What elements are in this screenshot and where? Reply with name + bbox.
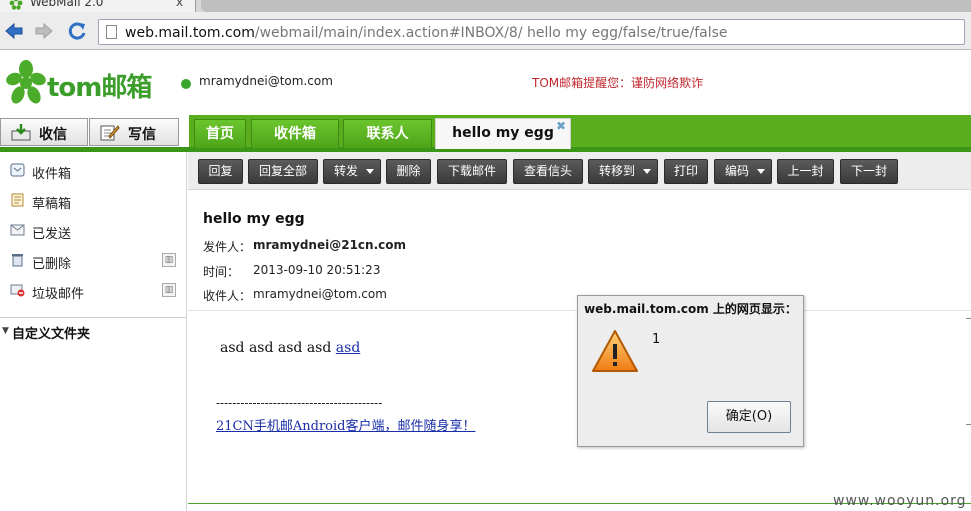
sidebar-item-inbox[interactable]: 收件箱 [0, 155, 187, 185]
custom-folders-label: 自定义文件夹 [12, 327, 91, 342]
time-label: 时间： [203, 265, 240, 279]
sidebar-divider [0, 317, 187, 318]
sidebar-item-drafts[interactable]: 草稿箱 [0, 185, 187, 215]
sent-icon [10, 224, 25, 236]
drafts-icon [11, 193, 24, 207]
from-label: 发件人： [203, 240, 252, 254]
address-bar[interactable]: web.mail.tom.com/webmail/main/index.acti… [98, 19, 965, 45]
user-email: mramydnei@tom.com [199, 74, 333, 88]
compose-pencil-icon [100, 125, 120, 141]
print-button[interactable]: 打印 [664, 159, 708, 184]
from-row: 发件人： mramydnei@21cn.com [203, 238, 406, 255]
forward-button[interactable]: 转发 [323, 159, 381, 184]
message-body: asd asd asd asd asd [220, 340, 360, 356]
sidebar-item-label: 垃圾邮件 [32, 287, 85, 302]
warning-icon [592, 330, 638, 372]
empty-spam-icon[interactable]: ▥ [162, 283, 176, 297]
receive-button[interactable]: 收信 [0, 118, 88, 146]
delete-button[interactable]: 删除 [386, 159, 431, 184]
reply-all-button[interactable]: 回复全部 [248, 159, 318, 184]
alert-dialog: web.mail.tom.com 上的网页显示： 1 确定(O) [577, 295, 804, 447]
browser-tab-close-icon[interactable]: x [176, 0, 183, 9]
url-host: web.mail.tom.com [125, 25, 255, 41]
chevron-down-icon [643, 169, 651, 174]
fraud-notice: TOM邮箱提醒您：谨防网络欺诈 [532, 76, 704, 90]
download-button[interactable]: 下载邮件 [437, 159, 507, 184]
tab-contacts[interactable]: 联系人 [343, 119, 432, 148]
compose-button[interactable]: 写信 [89, 118, 179, 146]
sidebar-item-label: 收件箱 [32, 167, 72, 182]
page-icon [106, 25, 117, 39]
url-text: web.mail.tom.com/webmail/main/index.acti… [125, 25, 728, 41]
to-value[interactable]: mramydnei@tom.com [253, 287, 387, 301]
time-row: 时间： 2013-09-10 20:51:23 [203, 263, 380, 280]
chevron-down-icon [366, 169, 374, 174]
from-value[interactable]: mramydnei@21cn.com [253, 238, 406, 252]
body-text: asd asd asd asd [220, 340, 336, 356]
previous-message-button[interactable]: 上一封 [777, 159, 834, 184]
custom-folders-header[interactable]: ▼ 自定义文件夹 [0, 322, 187, 342]
to-label: 收件人： [203, 289, 252, 303]
browser-toolbar: web.mail.tom.com/webmail/main/index.acti… [0, 12, 971, 50]
main-tabbar: 收信 写信 首页 收件箱 联系人 hello my egg ✖ [0, 115, 971, 152]
forward-arrow-icon[interactable] [33, 20, 55, 42]
compose-label: 写信 [128, 127, 156, 143]
folder-sidebar: 收件箱 草稿箱 已发送 已删除 ▥ 垃圾邮件 ▥ ▼ 自定义文件夹 [0, 152, 187, 511]
collapse-triangle-icon[interactable]: ▼ [2, 326, 9, 336]
dialog-ok-button[interactable]: 确定(O) [707, 401, 791, 433]
inbox-icon [10, 163, 25, 177]
view-header-button[interactable]: 查看信头 [513, 159, 583, 184]
browser-tab-title: WebMail 2.0 [30, 0, 104, 9]
to-row: 收件人： mramydnei@tom.com [203, 287, 387, 304]
signature-link[interactable]: 21CN手机邮Android客户端，邮件随身享！ [216, 415, 475, 434]
online-status-icon [181, 79, 191, 89]
tab-home[interactable]: 首页 [194, 119, 246, 148]
message-subject: hello my egg [203, 211, 305, 227]
sidebar-item-label: 已删除 [32, 257, 72, 272]
reply-button[interactable]: 回复 [198, 159, 243, 184]
reload-icon[interactable] [66, 20, 88, 42]
sidebar-item-sent[interactable]: 已发送 [0, 215, 187, 245]
scroll-marker [966, 424, 971, 425]
encoding-label: 编码 [725, 164, 750, 178]
forward-label: 转发 [334, 164, 359, 178]
inbox-download-icon [11, 124, 31, 141]
tab-message[interactable]: hello my egg ✖ [435, 118, 571, 149]
logo-text[interactable]: tom邮箱 [47, 67, 152, 104]
back-arrow-icon[interactable] [3, 20, 25, 42]
sidebar-item-deleted[interactable]: 已删除 ▥ [0, 245, 187, 275]
watermark: www.wooyun.org [833, 493, 967, 509]
tom-favicon-icon [9, 0, 23, 10]
dialog-message: 1 [652, 332, 661, 347]
new-tab-area[interactable] [201, 0, 971, 12]
tab-close-icon[interactable]: ✖ [556, 112, 566, 140]
url-path: /webmail/main/index.action#INBOX/8/ hell… [254, 25, 728, 41]
sidebar-item-spam[interactable]: 垃圾邮件 ▥ [0, 275, 187, 305]
sidebar-item-label: 已发送 [32, 227, 72, 242]
trash-icon [12, 254, 23, 267]
time-value: 2013-09-10 20:51:23 [253, 263, 381, 277]
tom-logo-icon [6, 60, 46, 104]
tab-message-label: hello my egg [452, 125, 554, 141]
mail-header: tom邮箱 mramydnei@tom.com TOM邮箱提醒您：谨防网络欺诈 [0, 51, 971, 115]
dialog-title: web.mail.tom.com 上的网页显示： [584, 302, 797, 316]
chevron-down-icon [757, 169, 765, 174]
encoding-button[interactable]: 编码 [714, 159, 772, 184]
move-to-label: 转移到 [599, 164, 636, 178]
message-header: hello my egg 发件人： mramydnei@21cn.com 时间：… [188, 190, 971, 311]
spam-icon [10, 284, 25, 297]
scroll-marker [966, 318, 971, 319]
next-message-button[interactable]: 下一封 [840, 159, 898, 184]
browser-tabstrip: WebMail 2.0 x [0, 0, 971, 13]
tab-inbox[interactable]: 收件箱 [251, 119, 339, 148]
signature-divider: ----------------------------------------… [216, 396, 383, 410]
sidebar-item-label: 草稿箱 [32, 197, 72, 212]
body-link[interactable]: asd [336, 340, 361, 356]
empty-deleted-icon[interactable]: ▥ [162, 253, 176, 267]
message-toolbar: 回复 回复全部 转发 删除 下载邮件 查看信头 转移到 打印 编码 上一封 下一… [188, 152, 971, 190]
receive-label: 收信 [39, 127, 67, 143]
move-to-button[interactable]: 转移到 [588, 159, 658, 184]
